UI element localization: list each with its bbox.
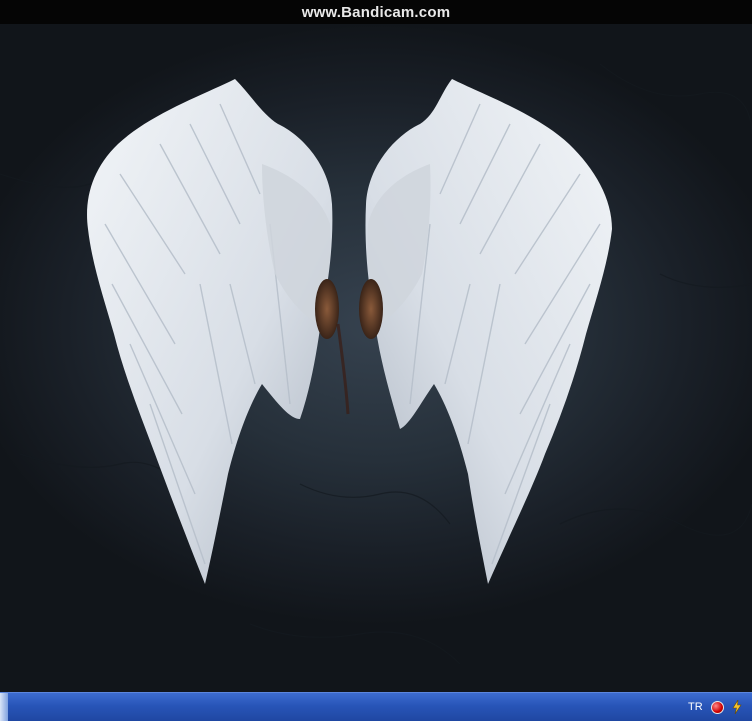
system-tray: TR [682, 693, 752, 721]
left-wing-root [315, 279, 339, 339]
taskbar: TR [0, 692, 752, 721]
record-icon[interactable] [710, 700, 724, 714]
desktop-wallpaper [0, 24, 752, 692]
right-wing [365, 79, 612, 584]
language-indicator[interactable]: TR [688, 701, 703, 713]
angel-wings-image [0, 63, 752, 665]
start-button-edge[interactable] [0, 693, 8, 721]
bandicam-watermark-bar: www.Bandicam.com [0, 0, 752, 24]
lightning-icon[interactable] [732, 700, 742, 714]
left-wing [87, 79, 333, 584]
right-wing-root [359, 279, 383, 339]
bandicam-watermark: www.Bandicam.com [301, 3, 451, 21]
